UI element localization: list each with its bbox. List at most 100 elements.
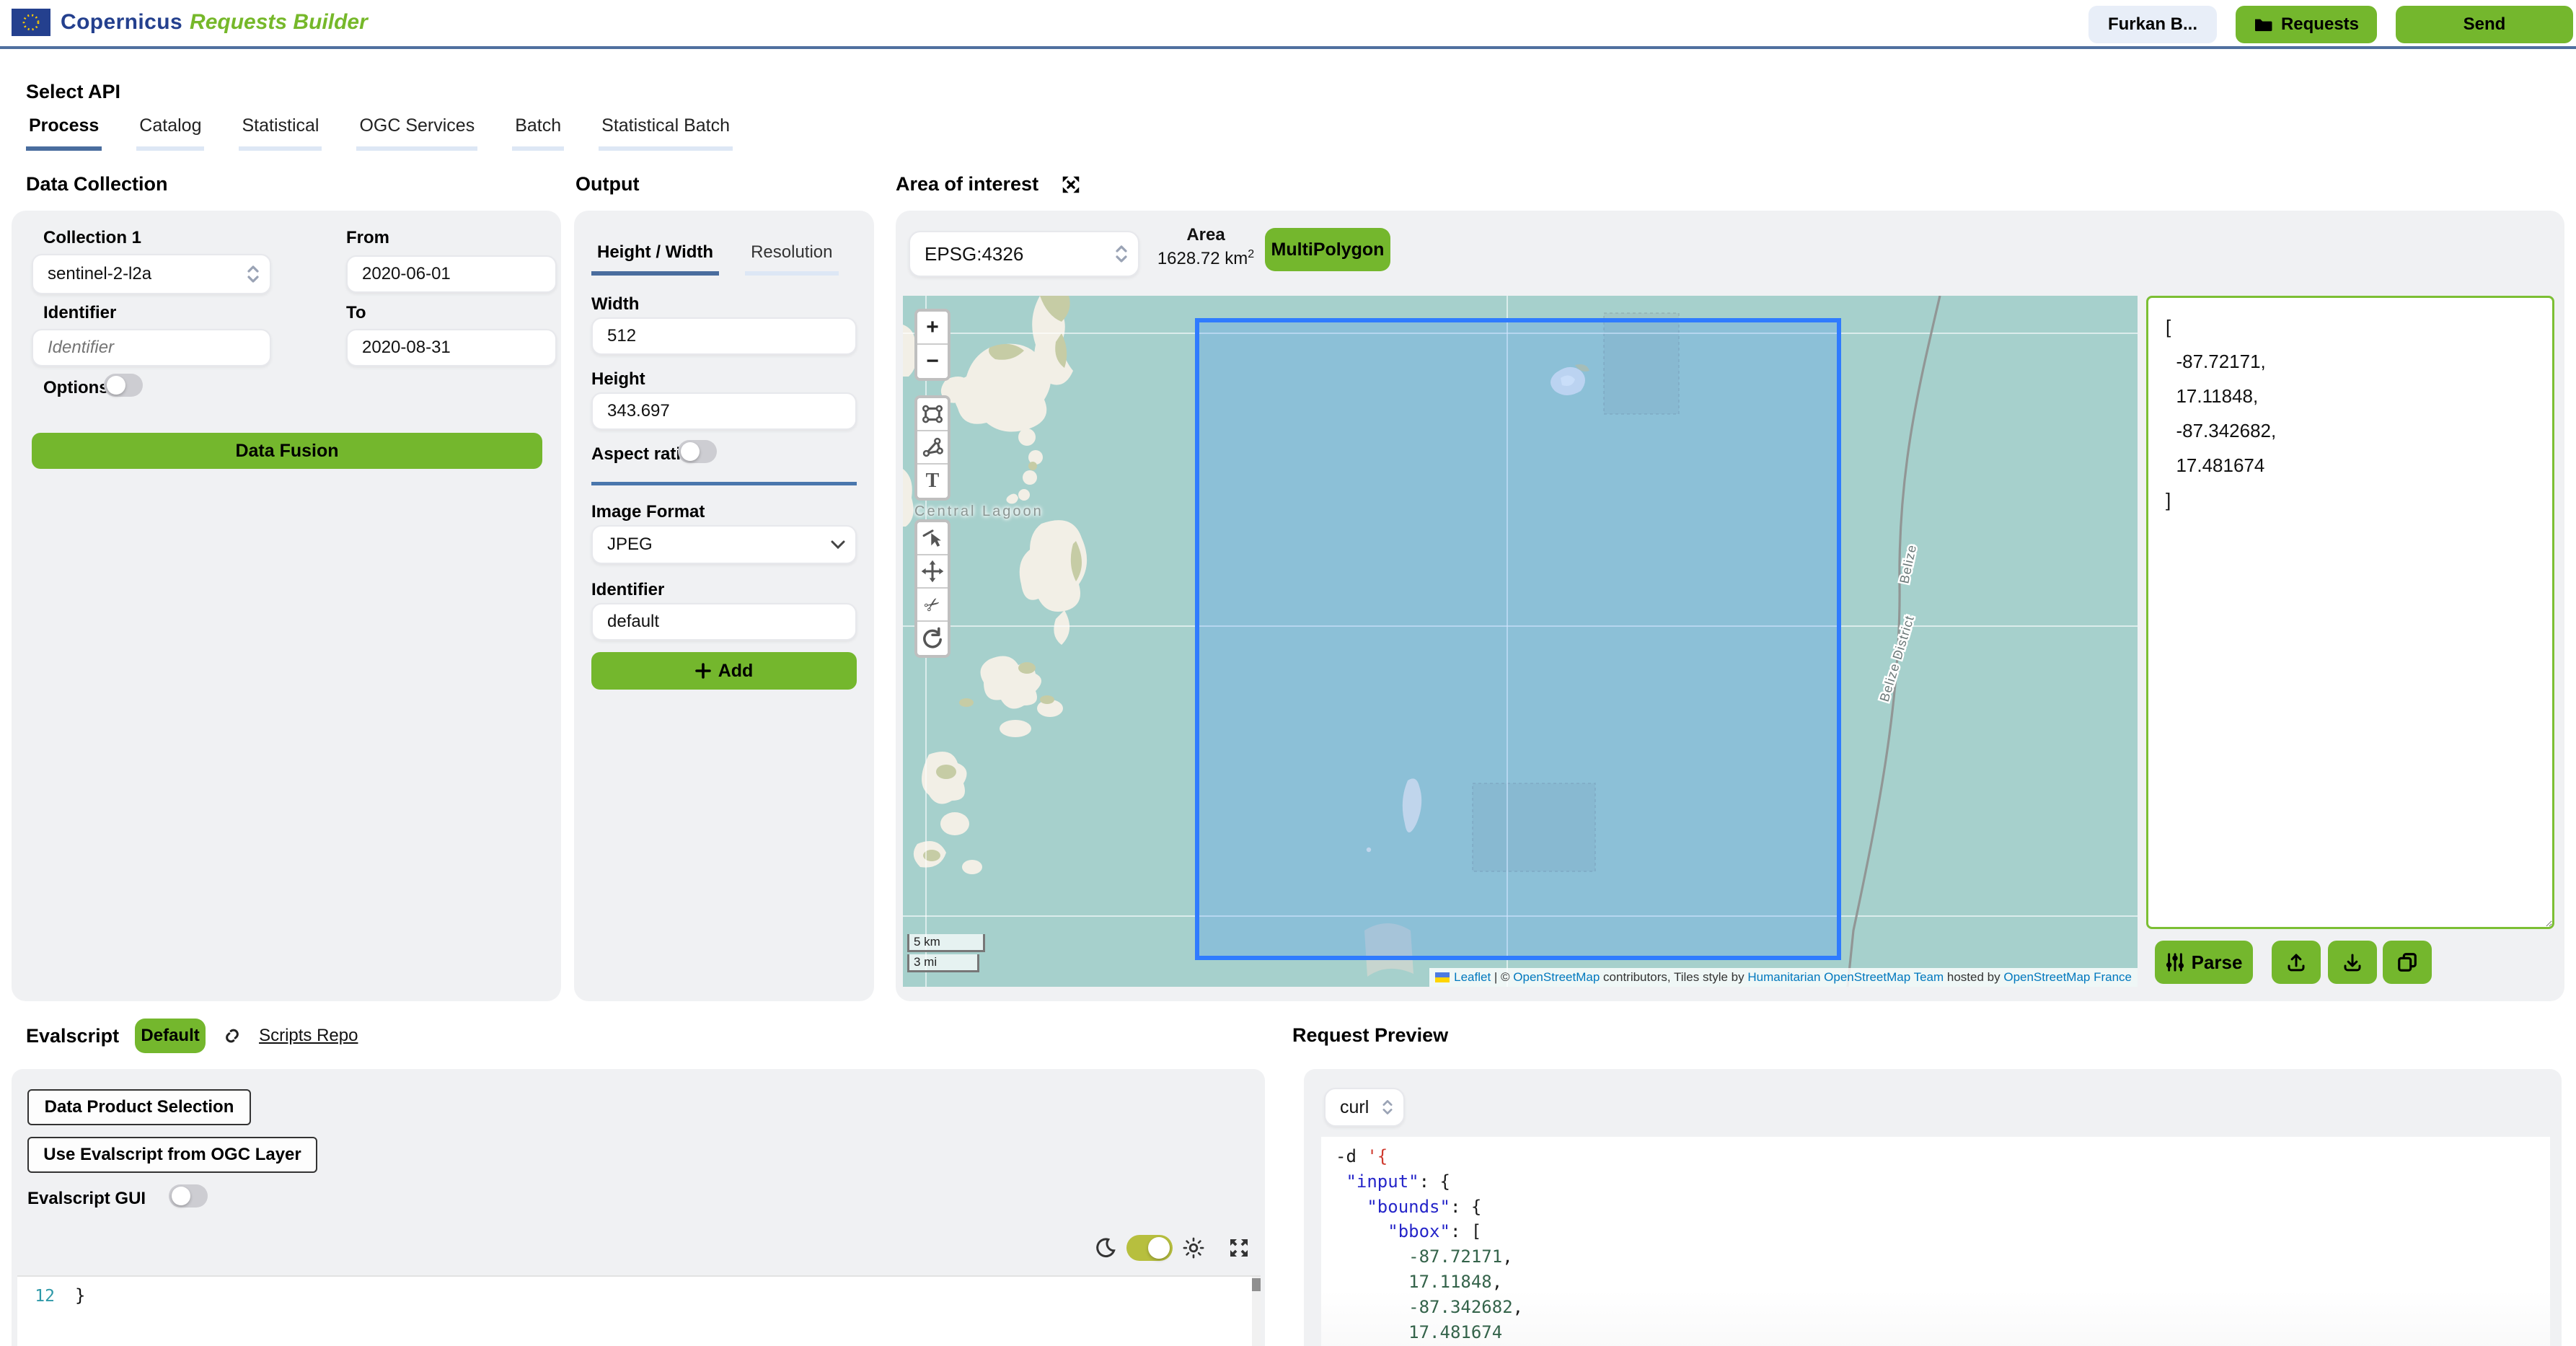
draw-rectangle-button[interactable] [917,398,948,431]
aspect-ratio-toggle[interactable] [678,440,717,463]
options-toggle[interactable] [104,374,143,397]
map-draw-toolbar: T [914,395,950,501]
geometry-textarea[interactable]: [ -87.72171, 17.11848, -87.342682, 17.48… [2146,296,2554,929]
editor-line-code: } [75,1285,86,1306]
move-icon [921,560,944,583]
tab-process[interactable]: Process [26,113,102,151]
output-title: Output [575,173,640,195]
toggle-knob [172,1187,190,1205]
data-fusion-button[interactable]: Data Fusion [32,433,542,469]
area-readout: Area 1628.72 km2 [1142,225,1269,269]
code-line: "bounds": { [1367,1196,1482,1217]
geometry-type-button[interactable]: MultiPolygon [1265,228,1390,271]
osm-link[interactable]: OpenStreetMap [1513,970,1600,984]
request-preview-code[interactable]: -d '{ "input": { "bounds": { "bbox": [ -… [1321,1137,2550,1346]
upload-geometry-button[interactable] [2272,941,2321,984]
to-input[interactable] [346,329,557,366]
download-geometry-button[interactable] [2328,941,2377,984]
aoi-rectangle[interactable] [1195,318,1841,960]
expand-arrows-icon[interactable] [1060,174,1082,195]
drag-layer-button[interactable] [917,555,948,589]
code-line: -d '{ [1336,1146,1388,1166]
editor-theme-controls [1095,1235,1250,1261]
scripts-repo-link[interactable]: Scripts Repo [259,1026,358,1046]
height-input[interactable] [591,392,857,430]
hot-link[interactable]: Humanitarian OpenStreetMap Team [1747,970,1944,984]
brand-requests-builder: Requests Builder [190,10,368,34]
identifier-input[interactable] [32,329,271,366]
zoom-in-button[interactable]: + [917,312,948,345]
tab-statistical-batch[interactable]: Statistical Batch [599,113,733,151]
area-label: Area [1186,225,1225,245]
api-tabs: Process Catalog Statistical OGC Services… [26,113,733,151]
editor-theme-toggle[interactable] [1126,1235,1173,1261]
tab-batch[interactable]: Batch [512,113,565,151]
toggle-knob [107,376,125,395]
text-tool-button[interactable]: T [917,465,948,498]
scale-bar-km: 5 km [907,934,985,952]
sun-icon [1183,1237,1204,1259]
from-input[interactable] [346,255,557,293]
requests-button[interactable]: Requests [2236,6,2377,43]
download-icon [2344,954,2361,972]
edit-cursor-icon [922,529,941,547]
area-value: 1628.72 km2 [1157,248,1255,268]
code-line: -87.72171, [1408,1246,1513,1267]
parse-geometry-button[interactable]: Parse [2155,941,2253,984]
request-preview-panel: curl -d '{ "input": { "bounds": { "bbox"… [1304,1069,2562,1346]
options-label: Options [43,378,109,397]
evalscript-gui-label: Evalscript GUI [27,1189,146,1208]
moon-icon [1096,1238,1116,1258]
collection-label: Collection 1 [43,228,142,247]
edit-vertices-button[interactable] [917,522,948,555]
copy-icon [2398,953,2417,972]
tab-height-width[interactable]: Height / Width [591,239,720,276]
collection-select[interactable]: sentinel-2-l2a [32,254,271,294]
cut-layer-button[interactable]: ✂ [917,589,948,622]
brand-wordmark: Copernicus Requests Builder [61,10,368,35]
map-attribution: Leaflet | © OpenStreetMap contributors, … [1429,968,2138,987]
rotate-layer-button[interactable] [917,622,948,655]
map-tiles: Belize Belize District [903,296,2138,987]
map-zoom-control: + − [914,309,950,381]
requests-builder-app: Copernicus Requests Builder Furkan B... R… [0,0,2576,1346]
editor-scrollbar[interactable] [1252,1277,1261,1346]
request-mode-select[interactable]: curl [1324,1088,1405,1127]
use-evalscript-ogc-button[interactable]: Use Evalscript from OGC Layer [27,1137,317,1173]
evalscript-editor[interactable]: 12} [17,1275,1261,1346]
crs-select[interactable]: EPSG:4326 [909,231,1139,277]
tab-resolution[interactable]: Resolution [745,239,839,276]
osmfr-link[interactable]: OpenStreetMap France [2003,970,2132,984]
user-button[interactable]: Furkan B... [2088,6,2217,43]
brand-copernicus: Copernicus [61,10,183,34]
draw-polygon-button[interactable] [917,431,948,465]
data-product-selection-button[interactable]: Data Product Selection [27,1089,251,1125]
copy-geometry-button[interactable] [2383,941,2432,984]
output-identifier-input[interactable] [591,603,857,641]
ukraine-flag-icon [1435,972,1450,982]
tab-ogc-services[interactable]: OGC Services [356,113,478,151]
evalscript-title: Evalscript [26,1024,120,1047]
send-button[interactable]: Send [2396,6,2573,43]
editor-scrollbar-thumb[interactable] [1252,1278,1261,1291]
tab-statistical[interactable]: Statistical [239,113,322,151]
zoom-out-button[interactable]: − [917,345,948,378]
aoi-header: Area of interest [896,173,1082,195]
map-canvas[interactable]: Belize Belize District Central Lagoon + … [903,296,2138,987]
tab-catalog[interactable]: Catalog [136,113,205,151]
add-output-button[interactable]: Add [591,652,857,690]
request-mode-value: curl [1324,1088,1405,1127]
toggle-knob [1148,1237,1170,1259]
plus-icon [694,663,711,679]
fullscreen-icon[interactable] [1227,1236,1250,1259]
evalscript-gui-toggle[interactable] [169,1184,208,1208]
evalscript-header: Evalscript Default Scripts Repo [26,1019,358,1053]
width-input[interactable] [591,317,857,355]
output-identifier-label: Identifier [591,580,665,599]
evalscript-default-badge[interactable]: Default [135,1019,206,1053]
image-format-select[interactable]: JPEG [591,525,857,564]
upload-icon [2288,954,2305,972]
rectangle-tool-icon [922,405,943,423]
evalscript-panel: Data Product Selection Use Evalscript fr… [12,1069,1265,1346]
leaflet-link[interactable]: Leaflet [1454,970,1491,984]
